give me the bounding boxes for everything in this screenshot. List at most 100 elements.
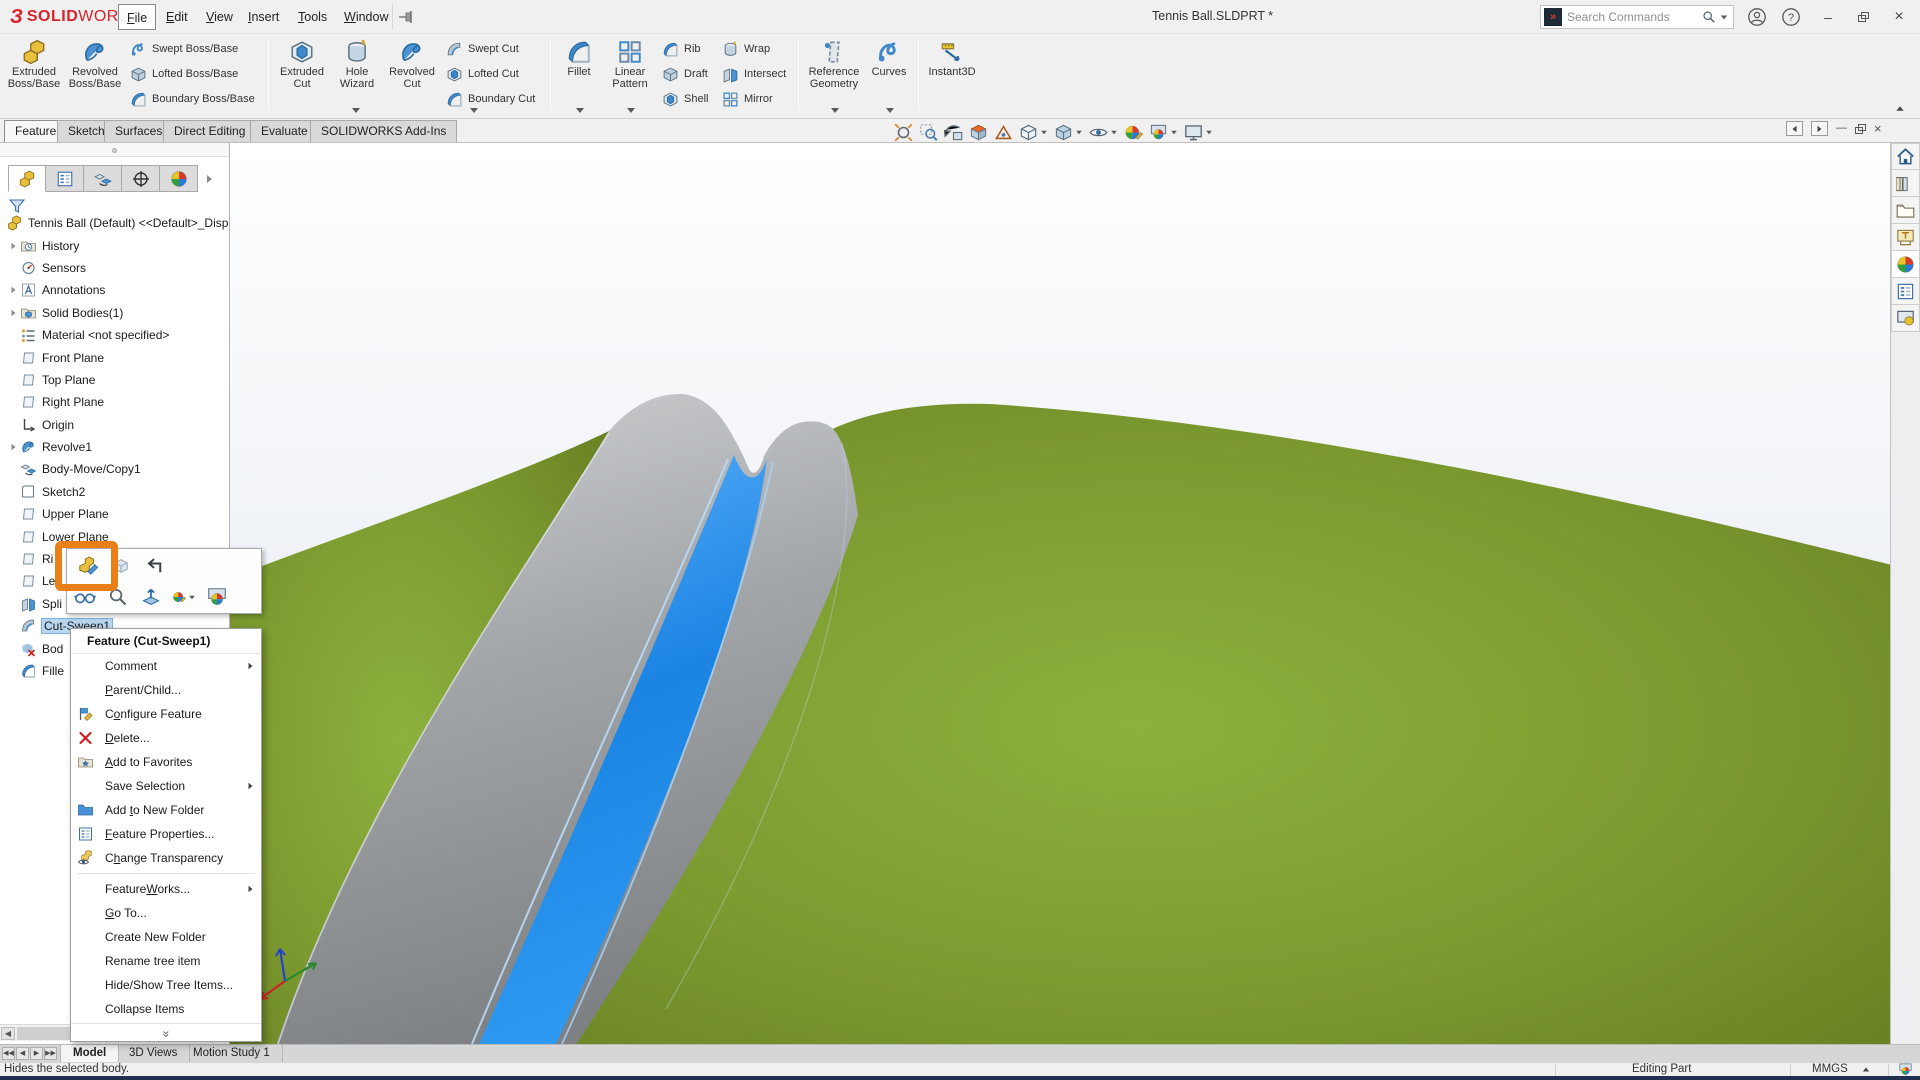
revolved-boss-base-button[interactable]: Revolved Boss/Base — [64, 36, 126, 116]
menu-view[interactable]: View — [198, 4, 241, 30]
tab-evaluate[interactable]: Evaluate — [250, 120, 319, 142]
instant3d-button[interactable]: Instant3D — [924, 36, 980, 116]
tab-featuremanager-tree[interactable] — [8, 165, 46, 192]
tab-nav-next-icon[interactable]: ▶ — [30, 1047, 43, 1060]
doc-minimize-icon[interactable]: — — [1836, 123, 1847, 134]
menu-item-featureworks[interactable]: FeatureWorks... — [71, 877, 261, 901]
curves-dropdown-icon[interactable] — [886, 108, 894, 113]
menu-item-rename-tree-item[interactable]: Rename tree item — [71, 949, 261, 973]
tab-propertymanager[interactable] — [46, 165, 84, 192]
tree-item-top-plane[interactable]: Top Plane — [0, 369, 229, 391]
units-dropdown-icon[interactable] — [1863, 1068, 1869, 1072]
tree-item-body-move-copy1[interactable]: Body-Move/Copy1 — [0, 458, 229, 480]
display-style-icon[interactable] — [1053, 122, 1084, 143]
wrap-button[interactable]: Wrap — [722, 38, 786, 60]
menu-item-go-to[interactable]: Go To... — [71, 901, 261, 925]
linear-pattern-button[interactable]: Linear Pattern — [604, 36, 656, 116]
edit-appearance-icon[interactable] — [1123, 122, 1144, 143]
fillet-dropdown-icon[interactable] — [576, 108, 584, 113]
boundary-cut-button[interactable]: Boundary Cut — [446, 88, 535, 110]
doc-close-icon[interactable]: × — [1874, 122, 1882, 135]
pane-right-icon[interactable] — [1811, 121, 1828, 136]
menu-edit[interactable]: Edit — [158, 4, 196, 30]
expand-arrow-icon[interactable] — [6, 286, 20, 294]
tree-item-history[interactable]: History — [0, 234, 229, 256]
status-tag-icon[interactable] — [1898, 1062, 1913, 1077]
lofted-cut-button[interactable]: Lofted Cut — [446, 63, 535, 85]
shell-button[interactable]: Shell — [662, 88, 708, 110]
rollback-icon[interactable] — [142, 554, 166, 578]
search-input[interactable]: Search Commands — [1567, 10, 1702, 24]
panel-splitter[interactable] — [0, 143, 229, 157]
extruded-cut-button[interactable]: Extruded Cut — [274, 36, 330, 116]
scene-icon[interactable] — [205, 585, 229, 609]
menu-insert[interactable]: Insert — [240, 4, 287, 30]
help-icon[interactable]: ? — [1778, 6, 1804, 28]
menu-item-change-transparency[interactable]: Change Transparency — [71, 846, 261, 870]
pane-left-icon[interactable] — [1786, 121, 1803, 136]
tab-displaymanager[interactable] — [160, 165, 198, 192]
pin-menu-icon[interactable] — [398, 10, 414, 24]
tree-item-solid-bodies[interactable]: Solid Bodies(1) — [0, 302, 229, 324]
menu-expand-icon[interactable]: » — [71, 1023, 261, 1041]
fillet-button[interactable]: Fillet — [556, 36, 602, 116]
boundary-cut-dropdown-icon[interactable] — [470, 108, 478, 113]
tree-item-material[interactable]: Material <not specified> — [0, 324, 229, 346]
swept-cut-button[interactable]: Swept Cut — [446, 38, 535, 60]
menu-item-create-new-folder[interactable]: Create New Folder — [71, 925, 261, 949]
apply-scene-icon[interactable] — [1148, 122, 1179, 143]
taskpane-view-palette-icon[interactable] — [1891, 224, 1920, 251]
lofted-boss-base-button[interactable]: Lofted Boss/Base — [130, 63, 255, 85]
menu-item-parent-child[interactable]: Parent/Child... — [71, 678, 261, 702]
menu-item-add-to-new-folder[interactable]: Add to New Folder — [71, 798, 261, 822]
tab-motion-study-1[interactable]: Motion Study 1 — [181, 1045, 283, 1062]
menu-item-configure-feature[interactable]: Configure Feature — [71, 702, 261, 726]
tab-configurationmanager[interactable] — [84, 165, 122, 192]
scroll-left-icon[interactable]: ◀ — [1, 1027, 15, 1040]
tree-item-revolve1[interactable]: Revolve1 — [0, 436, 229, 458]
tree-item-origin[interactable]: Origin — [0, 414, 229, 436]
account-icon[interactable] — [1744, 6, 1770, 28]
tree-item-upper-plane[interactable]: Upper Plane — [0, 503, 229, 525]
menu-item-add-to-favorites[interactable]: Add to Favorites — [71, 750, 261, 774]
search-icon[interactable] — [1702, 10, 1716, 24]
view-orientation-icon[interactable] — [1018, 122, 1049, 143]
menu-item-feature-properties[interactable]: Feature Properties... — [71, 822, 261, 846]
tree-item-sensors[interactable]: Sensors — [0, 257, 229, 279]
tab-dimxpertmanager[interactable] — [122, 165, 160, 192]
menu-item-comment[interactable]: Comment — [71, 654, 261, 678]
graphics-viewport[interactable] — [230, 143, 1890, 1044]
curves-button[interactable]: Curves — [866, 36, 912, 116]
menu-window[interactable]: Window — [336, 4, 396, 30]
menu-item-save-selection[interactable]: Save Selection — [71, 774, 261, 798]
zoom-to-fit-icon[interactable] — [893, 122, 914, 143]
normal-to-icon[interactable] — [139, 585, 163, 609]
menu-tools[interactable]: Tools — [290, 4, 335, 30]
expand-arrow-icon[interactable] — [6, 309, 20, 317]
tab-nav-first-icon[interactable]: ◀◀ — [2, 1047, 15, 1060]
tab-3d-views[interactable]: 3D Views — [117, 1045, 190, 1062]
search-commands-box[interactable]: » Search Commands — [1540, 5, 1734, 29]
view-settings-icon[interactable] — [1183, 122, 1214, 143]
close-button[interactable]: × — [1886, 6, 1912, 28]
restore-button[interactable] — [1850, 6, 1876, 28]
tab-model[interactable]: Model — [60, 1045, 119, 1062]
menu-file[interactable]: File — [118, 4, 156, 30]
taskpane-appearances-icon[interactable] — [1891, 251, 1920, 278]
swept-boss-base-button[interactable]: Swept Boss/Base — [130, 38, 255, 60]
tree-item-right-plane[interactable]: Right Plane — [0, 391, 229, 413]
taskpane-custom-properties-icon[interactable] — [1891, 278, 1920, 305]
tree-item-root[interactable]: Tennis Ball (Default) <<Default>_Displ — [0, 212, 229, 234]
taskpane-home-icon[interactable] — [1891, 143, 1920, 170]
tab-nav-last-icon[interactable]: ▶▶ — [44, 1047, 57, 1060]
tab-direct-editing[interactable]: Direct Editing — [163, 120, 256, 142]
hole-wizard-dropdown-icon[interactable] — [352, 108, 360, 113]
taskpane-forum-icon[interactable] — [1891, 305, 1920, 332]
menu-item-delete[interactable]: Delete... — [71, 726, 261, 750]
reference-geometry-dropdown-icon[interactable] — [831, 108, 839, 113]
tab-nav-prev-icon[interactable]: ◀ — [16, 1047, 29, 1060]
reference-geometry-button[interactable]: Reference Geometry — [804, 36, 864, 116]
minimize-button[interactable]: – — [1815, 6, 1841, 28]
search-dropdown-icon[interactable] — [1721, 15, 1727, 19]
hole-wizard-button[interactable]: Hole Wizard — [330, 36, 384, 116]
